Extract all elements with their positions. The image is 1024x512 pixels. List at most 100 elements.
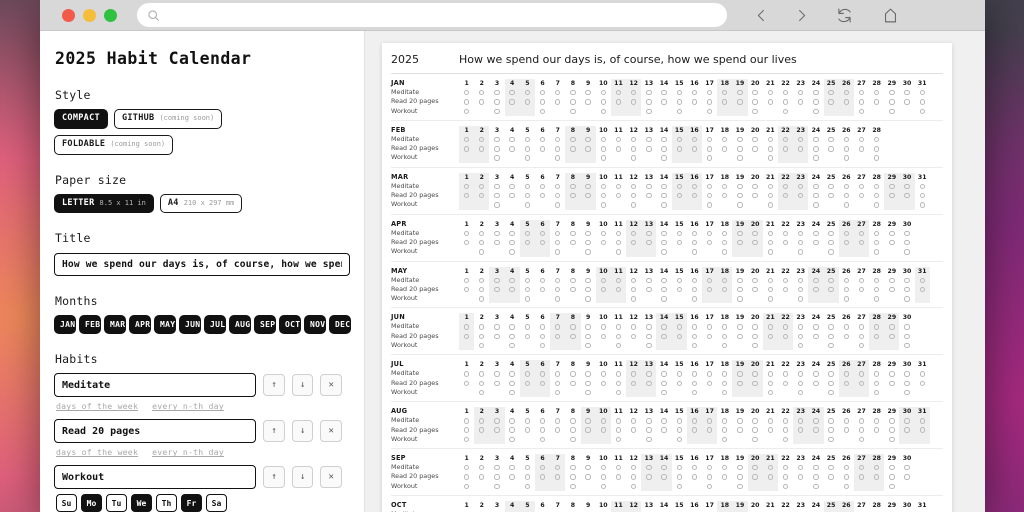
day-column: 3	[489, 126, 504, 163]
habit-checkbox-cell	[555, 88, 561, 97]
habit-checkbox	[798, 249, 804, 255]
day-number: 18	[720, 408, 730, 416]
day-number: 18	[720, 267, 730, 275]
day-number: 11	[614, 314, 623, 322]
habit-checkbox-cell	[692, 435, 697, 444]
habit-checkbox-cell	[722, 191, 728, 200]
calendar-preview-pane[interactable]: 2025 How we spend our days is, of course…	[365, 31, 985, 512]
habit-checkbox	[873, 296, 880, 302]
title-input[interactable]	[54, 253, 350, 277]
weekday-toggle-fr[interactable]: Fr	[181, 494, 202, 512]
habit-checkbox	[767, 296, 774, 302]
maximize-window-button[interactable]	[104, 8, 117, 22]
forward-button[interactable]	[781, 2, 821, 28]
habit-checkbox	[889, 474, 895, 480]
address-bar[interactable]	[137, 3, 727, 27]
day-number: 27	[857, 220, 866, 228]
habit-checkbox-cell	[737, 285, 743, 294]
month-toggle-jun[interactable]: JUN	[179, 315, 201, 335]
habit-checkbox-cell	[677, 200, 682, 209]
habit-checkbox	[570, 436, 576, 443]
month-toggle-oct[interactable]: OCT	[279, 315, 301, 335]
habit-row-label: Meditate	[391, 369, 420, 378]
habit-checkbox	[479, 99, 485, 105]
reload-button[interactable]	[821, 2, 867, 28]
month-toggle-nov[interactable]: NOV	[304, 315, 326, 335]
day-column: 15	[672, 79, 687, 116]
every-nth-day-link[interactable]: every n-th day	[152, 447, 224, 457]
habit-checkbox-cell	[919, 107, 925, 116]
month-toggle-apr[interactable]: APR	[129, 315, 151, 335]
day-number: 1	[464, 267, 469, 275]
move-habit-down-button[interactable]: ↓	[291, 374, 314, 397]
weekday-toggle-mo[interactable]: Mo	[81, 494, 102, 512]
day-number: 16	[690, 314, 699, 322]
month-toggle-sep[interactable]: SEP	[254, 315, 276, 335]
move-habit-up-button[interactable]: ↑	[263, 374, 285, 397]
day-column: 1	[459, 267, 474, 304]
weekday-toggle-th[interactable]: Th	[156, 494, 177, 512]
style-option-github[interactable]: GITHUB (coming soon)	[113, 109, 223, 129]
month-toggle-mar[interactable]: MAR	[104, 315, 126, 335]
day-column: 17	[702, 79, 717, 116]
habit-checkbox-cell	[570, 238, 576, 247]
minimize-window-button[interactable]	[83, 8, 96, 22]
weekday-toggle-tu[interactable]: Tu	[106, 494, 127, 512]
day-column	[899, 126, 914, 163]
move-habit-down-button[interactable]: ↓	[291, 466, 314, 489]
habit-checkbox	[509, 389, 515, 396]
habit-checkbox	[706, 89, 713, 96]
style-option-compact[interactable]: COMPACT	[54, 109, 108, 129]
move-habit-up-button[interactable]: ↑	[263, 466, 285, 489]
month-toggle-aug[interactable]: AUG	[229, 315, 251, 335]
remove-habit-button[interactable]: ✕	[320, 374, 342, 397]
day-column: 9	[581, 360, 596, 397]
back-button[interactable]	[741, 2, 781, 28]
close-window-button[interactable]	[62, 8, 75, 22]
habit-name-input[interactable]	[54, 419, 257, 444]
habit-checkbox	[843, 465, 849, 471]
remove-habit-button[interactable]: ✕	[320, 466, 342, 489]
habit-checkbox	[873, 136, 880, 143]
habit-checkbox	[630, 146, 637, 152]
day-column: 17	[702, 407, 718, 445]
paper-size-option-letter[interactable]: LETTER 8.5 x 11 in	[54, 193, 154, 214]
month-toggle-jan[interactable]: JAN	[54, 315, 76, 335]
weekday-toggle-we[interactable]: We	[131, 494, 152, 512]
day-number: 16	[690, 173, 699, 181]
month-toggle-dec[interactable]: DEC	[329, 315, 351, 335]
address-input[interactable]	[166, 5, 717, 25]
habit-checkbox	[767, 474, 774, 480]
habit-row-label: Read 20 pages	[391, 472, 439, 481]
month-toggle-may[interactable]: MAY	[154, 315, 176, 335]
habit-checkbox-cell	[464, 247, 469, 256]
days-of-the-week-link[interactable]: days of the week	[56, 401, 138, 411]
habit-checkbox-cell	[873, 153, 880, 162]
day-number: 18	[720, 173, 730, 181]
day-column: 3	[489, 407, 505, 445]
paper-size-option-a4[interactable]: A4 210 x 297 mm	[159, 193, 243, 214]
every-nth-day-link[interactable]: every n-th day	[152, 401, 224, 411]
style-option-foldable[interactable]: FOLDABLE (coming soon)	[54, 134, 174, 155]
move-habit-up-button[interactable]: ↑	[263, 420, 285, 443]
habit-checkbox-cell	[858, 276, 865, 285]
month-toggle-feb[interactable]: FEB	[79, 315, 101, 335]
habit-checkbox	[479, 343, 485, 349]
calendar-month-jan: JAN Meditate Read 20 pages Workout 1 2 3 4 5 6 7 8 9…	[391, 74, 943, 121]
home-button[interactable]	[867, 2, 913, 28]
habit-checkbox	[782, 371, 789, 377]
month-row-labels: MAR Meditate Read 20 pages Workout	[391, 173, 459, 210]
remove-habit-button[interactable]: ✕	[320, 420, 342, 443]
paper-size-section: Paper size LETTER 8.5 x 11 in A4 210 x 297 …	[54, 173, 342, 214]
habit-checkbox	[722, 249, 728, 255]
habit-name-input[interactable]	[54, 465, 257, 490]
weekday-toggle-su[interactable]: Su	[56, 494, 77, 512]
weekday-toggle-sa[interactable]: Sa	[206, 494, 227, 512]
habit-checkbox	[828, 230, 834, 237]
habit-checkbox	[843, 333, 849, 340]
days-of-the-week-link[interactable]: days of the week	[56, 447, 138, 457]
move-habit-down-button[interactable]: ↓	[291, 420, 314, 443]
month-toggle-jul[interactable]: JUL	[204, 315, 226, 335]
habit-name-input[interactable]	[54, 373, 257, 398]
habit-checkbox-cell	[873, 276, 880, 285]
